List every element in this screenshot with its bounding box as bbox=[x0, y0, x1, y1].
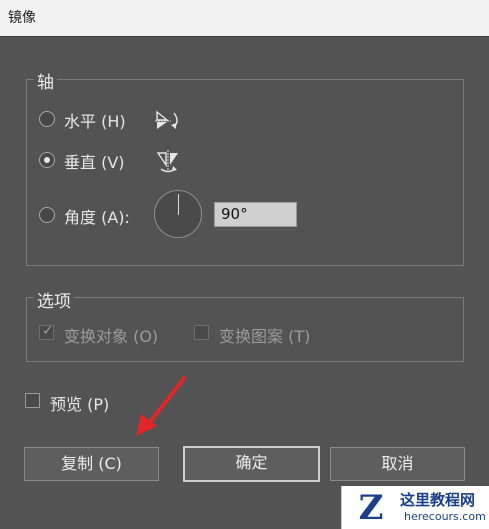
angle-label[interactable]: 角度 (A): bbox=[64, 204, 130, 228]
check-icon: ✓ bbox=[42, 323, 54, 339]
horizontal-label[interactable]: 水平 (H) bbox=[64, 108, 126, 132]
copy-button[interactable]: 复制 (C) bbox=[24, 447, 159, 481]
cancel-button[interactable]: 取消 bbox=[330, 447, 465, 481]
options-group-legend: 选项 bbox=[34, 287, 74, 312]
reflect-vertical-icon bbox=[156, 150, 178, 173]
annotation-arrow-icon bbox=[136, 376, 186, 436]
watermark-logo-icon: Z bbox=[358, 488, 384, 528]
angle-input[interactable]: 90° bbox=[214, 202, 297, 227]
angle-dial[interactable] bbox=[154, 190, 202, 238]
vertical-label[interactable]: 垂直 (V) bbox=[64, 149, 125, 173]
watermark-title: 这里教程网 bbox=[400, 491, 476, 509]
reflect-horizontal-icon bbox=[155, 110, 178, 129]
vertical-radio[interactable] bbox=[39, 152, 55, 168]
ok-button[interactable]: 确定 bbox=[183, 446, 320, 482]
watermark: Z 这里教程网 herecours.com bbox=[341, 486, 489, 529]
angle-radio[interactable] bbox=[39, 207, 55, 223]
horizontal-radio[interactable] bbox=[39, 111, 55, 127]
preview-label[interactable]: 预览 (P) bbox=[50, 391, 109, 415]
preview-checkbox[interactable] bbox=[25, 393, 40, 408]
watermark-url: herecours.com bbox=[404, 510, 486, 523]
transform-patterns-label[interactable]: 变换图案 (T) bbox=[219, 323, 310, 347]
dialog-title: 镜像 bbox=[8, 10, 36, 26]
dialog-title-bar: 镜像 bbox=[0, 0, 489, 37]
axis-group-legend: 轴 bbox=[34, 68, 57, 93]
transform-patterns-checkbox[interactable] bbox=[194, 325, 209, 340]
transform-objects-checkbox[interactable]: ✓ bbox=[39, 323, 54, 340]
transform-objects-label[interactable]: 变换对象 (O) bbox=[64, 323, 158, 347]
angle-dial-indicator bbox=[178, 194, 179, 215]
